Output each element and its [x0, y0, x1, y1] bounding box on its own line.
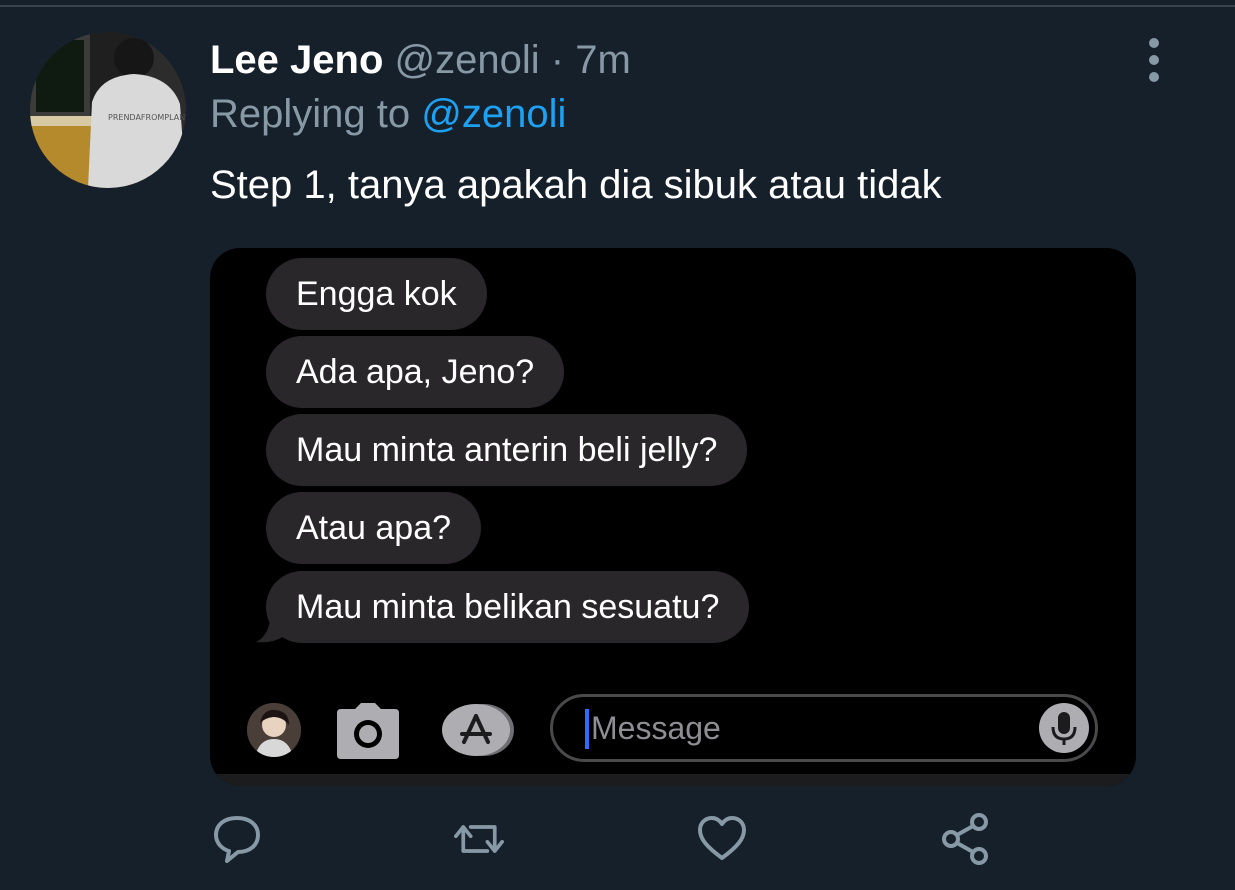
chat-bubble: Mau minta belikan sesuatu?	[266, 571, 750, 643]
retweet-icon[interactable]	[454, 812, 504, 866]
like-icon[interactable]	[697, 812, 747, 866]
chat-bubble: Atau apa?	[266, 492, 482, 564]
separator-dot: ·	[550, 38, 565, 82]
more-dot-icon	[1149, 72, 1159, 82]
microphone-button	[1039, 703, 1089, 753]
more-dot-icon	[1149, 55, 1159, 65]
chat-bubble: Ada apa, Jeno?	[266, 336, 565, 408]
tweet-text: Step 1, tanya apakah dia sibuk atau tida…	[210, 163, 942, 207]
share-icon[interactable]	[940, 812, 990, 866]
app-store-icon	[442, 704, 514, 756]
text-caret	[585, 709, 589, 749]
divider	[0, 5, 1235, 7]
avatar-image: PRENDAFROMPLANT	[30, 32, 186, 188]
microphone-icon	[1051, 712, 1077, 745]
bubble-tail	[256, 608, 284, 643]
camera-icon	[337, 703, 399, 759]
chat-bubble: Engga kok	[266, 258, 487, 330]
replying-to-label: Replying to	[210, 92, 422, 136]
more-options-button[interactable]	[1138, 38, 1170, 82]
more-dot-icon	[1149, 38, 1159, 48]
media-bottom-edge	[210, 774, 1136, 786]
contact-avatar	[247, 703, 301, 757]
display-name[interactable]: Lee Jeno	[210, 38, 383, 82]
replying-to-mention[interactable]: @zenoli	[421, 92, 566, 136]
timestamp[interactable]: 7m	[575, 38, 631, 82]
message-placeholder: Message	[591, 710, 721, 746]
replying-to-line: Replying to @zenoli	[210, 90, 566, 138]
contact-avatar-image	[247, 703, 301, 757]
tweet-media-image[interactable]: Engga kok Ada apa, Jeno? Mau minta anter…	[210, 248, 1136, 786]
tweet-header: Lee Jeno @zenoli · 7m	[210, 36, 631, 84]
chat-bubble: Mau minta anterin beli jelly?	[266, 414, 748, 486]
avatar-shirt-text: PRENDAFROMPLANT	[108, 113, 186, 122]
handle[interactable]: @zenoli	[395, 38, 540, 82]
message-input[interactable]: Message	[550, 694, 1098, 762]
reply-icon[interactable]	[212, 812, 262, 866]
avatar[interactable]: PRENDAFROMPLANT	[30, 32, 186, 188]
